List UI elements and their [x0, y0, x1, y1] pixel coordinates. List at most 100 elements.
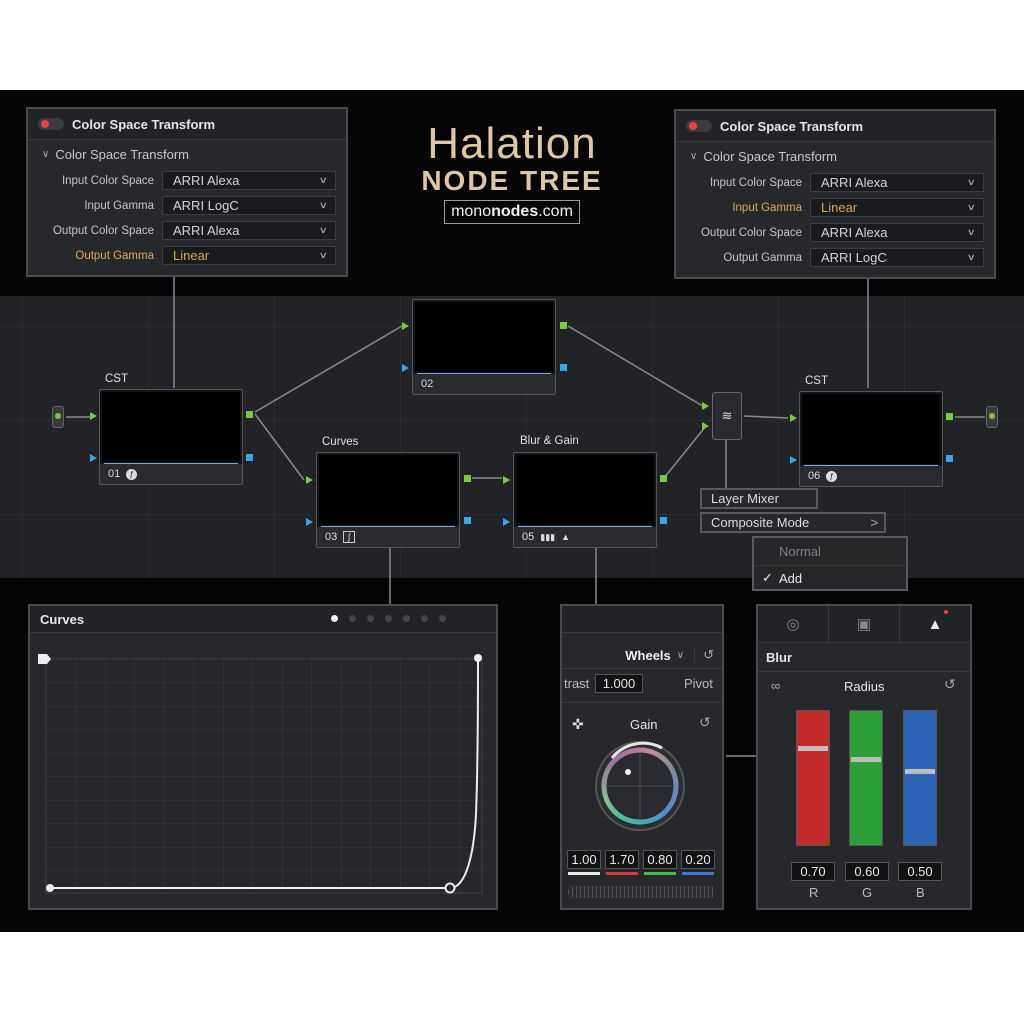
blur-drops-icon: ▲	[927, 615, 943, 633]
mixer-input-1[interactable]	[702, 402, 709, 410]
page-dot[interactable]	[403, 615, 410, 622]
fader-handle[interactable]	[905, 769, 935, 774]
fader-handle[interactable]	[798, 746, 828, 751]
gain-y-field[interactable]: 1.00	[567, 850, 601, 869]
rgb-input-pin[interactable]	[402, 322, 409, 330]
page-dot[interactable]	[349, 615, 356, 622]
contrast-field[interactable]: 1.000	[595, 674, 643, 693]
gain-g-field[interactable]: 0.80	[643, 850, 677, 869]
rgb-output-pin[interactable]	[660, 475, 667, 482]
page-dot[interactable]	[367, 615, 374, 622]
cst-right-title: Color Space Transform	[720, 118, 864, 134]
menu-option-normal[interactable]: Normal	[754, 538, 906, 566]
output-endpoint[interactable]	[986, 406, 998, 428]
input-gamma-select[interactable]: ARRI LogC ∨	[162, 196, 336, 215]
source-input[interactable]	[52, 406, 64, 428]
reset-icon[interactable]: ↺	[699, 714, 711, 731]
chevron-down-icon: ∨	[319, 200, 329, 210]
output-color-space-select[interactable]: ARRI Alexa ∨	[162, 221, 336, 240]
channel-bar-r	[606, 872, 638, 875]
node-enable-toggle[interactable]	[38, 118, 64, 130]
layer-mixer-node[interactable]: ≋	[712, 392, 742, 440]
key-output-pin[interactable]	[464, 517, 471, 524]
reset-icon[interactable]: ↺	[694, 647, 714, 663]
site-part: .com	[538, 203, 573, 220]
gain-color-wheel[interactable]	[592, 738, 688, 834]
page-dot[interactable]	[385, 615, 392, 622]
page-dot[interactable]	[439, 615, 446, 622]
select-value: ARRI Alexa	[821, 225, 888, 240]
key-input-pin[interactable]	[90, 454, 97, 462]
menu-option-add[interactable]: ✓ Add	[754, 566, 906, 590]
key-output-pin[interactable]	[560, 364, 567, 371]
node-03[interactable]: 03 ∫	[316, 452, 460, 548]
curve-page-dots[interactable]	[331, 615, 446, 622]
input-color-space-label: Input Color Space	[61, 174, 154, 187]
radius-b-field[interactable]: 0.50	[898, 862, 942, 881]
wheels-mode-select[interactable]: Wheels	[625, 648, 671, 663]
node-01[interactable]: 01 ƒ	[99, 389, 243, 485]
tab-window[interactable]: ◎	[758, 606, 829, 642]
menu-composite-mode[interactable]: Composite Mode >	[700, 512, 886, 533]
link-icon[interactable]: ∞	[771, 678, 780, 693]
master-wheel-slider[interactable]	[568, 886, 716, 898]
fx-icon: ƒ	[826, 470, 838, 482]
output-gamma-label: Output Gamma	[75, 249, 154, 262]
output-color-space-select[interactable]: ARRI Alexa ∨	[810, 223, 984, 242]
input-gamma-select[interactable]: Linear ∨	[810, 198, 984, 217]
crosshair-icon[interactable]: ✜	[572, 716, 584, 733]
chevron-down-icon: ∨	[967, 177, 977, 187]
select-value: ARRI LogC	[173, 198, 239, 213]
input-color-space-select[interactable]: ARRI Alexa ∨	[810, 173, 984, 192]
key-input-pin[interactable]	[790, 456, 797, 464]
key-input-pin[interactable]	[402, 364, 409, 372]
rgb-output-pin[interactable]	[946, 413, 953, 420]
page-dot[interactable]	[331, 615, 338, 622]
radius-g-field[interactable]: 0.60	[845, 862, 889, 881]
key-output-pin[interactable]	[660, 517, 667, 524]
input-color-space-select[interactable]: ARRI Alexa ∨	[162, 171, 336, 190]
node-05[interactable]: 05 ▮▮▮ ▲	[513, 452, 657, 548]
tab-blur[interactable]: ▲	[900, 606, 970, 642]
chevron-down-icon: ∨	[967, 227, 977, 237]
node-06[interactable]: 06 ƒ	[799, 391, 943, 487]
node-enable-toggle[interactable]	[686, 120, 712, 132]
node-number: 05	[522, 531, 535, 543]
rgb-input-pin[interactable]	[790, 414, 797, 422]
key-output-pin[interactable]	[946, 455, 953, 462]
field-value: 1.00	[571, 852, 597, 867]
cst-right-section[interactable]: ∨ Color Space Transform	[676, 142, 994, 170]
brand-title: Halation	[427, 119, 597, 168]
gain-r-field[interactable]: 1.70	[605, 850, 639, 869]
menu-layer-mixer[interactable]: Layer Mixer	[700, 488, 818, 509]
key-input-pin[interactable]	[306, 518, 313, 526]
fader-handle[interactable]	[851, 757, 881, 762]
rgb-output-pin[interactable]	[246, 411, 253, 418]
output-gamma-select[interactable]: ARRI LogC ∨	[810, 248, 984, 267]
rgb-input-pin[interactable]	[503, 476, 510, 484]
rgb-output-pin[interactable]	[464, 475, 471, 482]
key-output-pin[interactable]	[246, 454, 253, 461]
rgb-output-pin[interactable]	[560, 322, 567, 329]
radius-g-fader[interactable]	[849, 710, 883, 846]
node-02[interactable]: 02	[412, 299, 556, 395]
site-part: mono	[451, 203, 492, 220]
radius-r-fader[interactable]	[796, 710, 830, 846]
curve-editor[interactable]	[30, 634, 496, 908]
gain-b-field[interactable]: 0.20	[681, 850, 715, 869]
tab-tracker[interactable]: ▣	[829, 606, 900, 642]
cst-left-title: Color Space Transform	[72, 116, 216, 132]
key-input-pin[interactable]	[503, 518, 510, 526]
reset-icon[interactable]: ↺	[944, 676, 956, 693]
rgb-input-pin[interactable]	[90, 412, 97, 420]
node-label: Curves	[322, 436, 359, 448]
fx-icon: ƒ	[126, 468, 138, 480]
radius-r-field[interactable]: 0.70	[791, 862, 835, 881]
wheels-mode-bar: Wheels ∨ ↺	[562, 642, 722, 669]
output-gamma-select[interactable]: Linear ∨	[162, 246, 336, 265]
cst-left-section[interactable]: ∨ Color Space Transform	[28, 140, 346, 168]
page-dot[interactable]	[421, 615, 428, 622]
rgb-input-pin[interactable]	[306, 476, 313, 484]
radius-b-fader[interactable]	[903, 710, 937, 846]
mixer-input-2[interactable]	[702, 422, 709, 430]
